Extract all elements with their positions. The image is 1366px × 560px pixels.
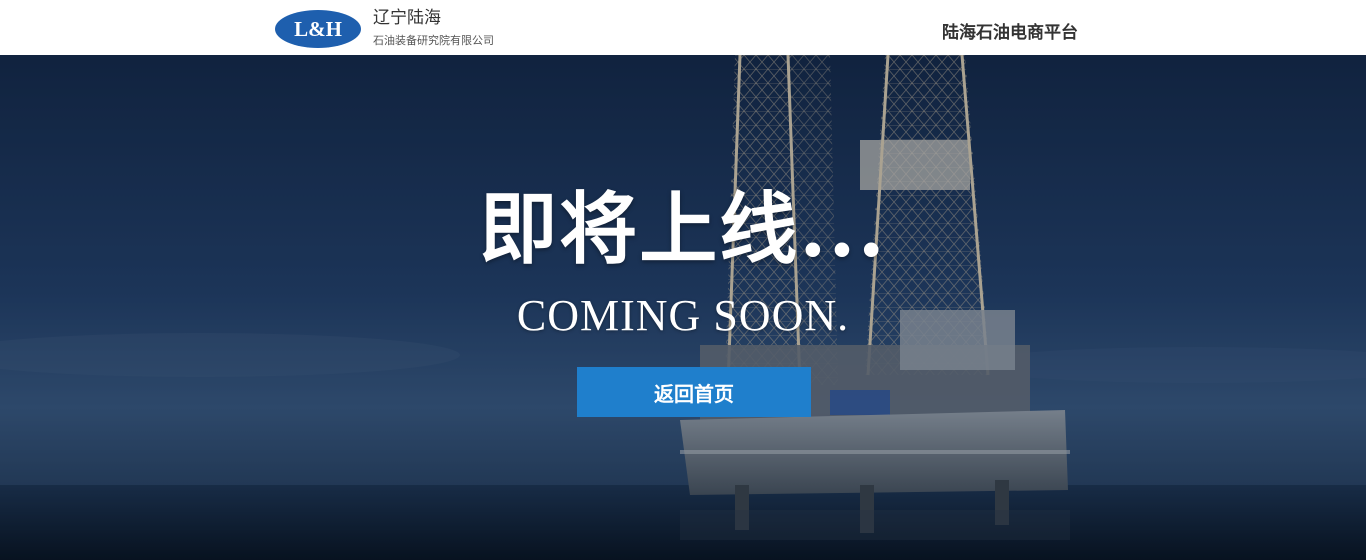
hero-banner: 即将上线... COMING SOON. 返回首页: [0, 55, 1366, 560]
top-header: L&H 辽宁陆海 石油装备研究院有限公司 陆海石油电商平台: [0, 0, 1366, 55]
company-name: 辽宁陆海: [373, 8, 441, 27]
company-subtitle: 石油装备研究院有限公司: [373, 35, 494, 47]
logo-mark: L&H: [275, 10, 361, 48]
coming-soon-headline-en: COMING SOON.: [516, 291, 850, 340]
brand-logo[interactable]: L&H 辽宁陆海 石油装备研究院有限公司: [275, 7, 494, 49]
logo-text: 辽宁陆海 石油装备研究院有限公司: [373, 7, 494, 49]
back-to-home-button[interactable]: 返回首页: [577, 367, 811, 417]
platform-name: 陆海石油电商平台: [942, 23, 1078, 42]
coming-soon-headline-cn: 即将上线...: [479, 184, 887, 275]
